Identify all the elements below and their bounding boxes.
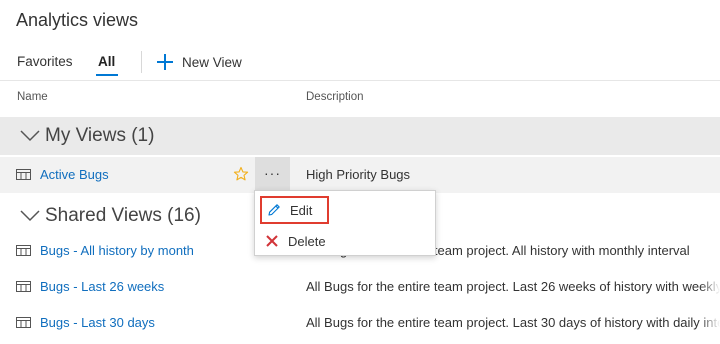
table-view-icon [16, 169, 31, 180]
new-view-button[interactable]: New View [157, 51, 242, 73]
group-label-my-views: My Views (1) [45, 125, 155, 146]
chevron-down-icon[interactable] [20, 206, 40, 226]
chevron-down-icon[interactable] [20, 126, 40, 146]
ellipsis-icon: ··· [264, 165, 281, 181]
table-row[interactable]: Active Bugs ··· High Priority Bugs [0, 157, 720, 193]
column-header-description[interactable]: Description [306, 91, 364, 103]
page-title: Analytics views [16, 10, 139, 30]
close-x-icon [266, 235, 278, 247]
view-description: All Bugs for the entire team project. La… [306, 315, 720, 330]
new-view-label: New View [182, 54, 242, 70]
view-name-link[interactable]: Bugs - Last 26 weeks [40, 279, 164, 294]
table-view-icon [16, 245, 31, 256]
tab-divider [141, 51, 142, 73]
menu-label-delete: Delete [288, 233, 326, 249]
tab-favorites[interactable]: Favorites [17, 54, 73, 69]
table-view-icon [16, 281, 31, 292]
header-divider [0, 80, 720, 81]
pencil-icon [268, 204, 280, 216]
active-tab-indicator [96, 74, 118, 76]
menu-label-edit: Edit [290, 202, 313, 218]
view-name-link[interactable]: Bugs - All history by month [40, 243, 194, 258]
menu-item-edit[interactable]: Edit [260, 196, 329, 224]
context-menu: Edit Delete [254, 190, 436, 256]
group-header-my-views[interactable]: My Views (1) [0, 117, 720, 155]
column-header-name[interactable]: Name [17, 91, 48, 103]
table-row[interactable]: Bugs - Last 26 weeks All Bugs for the en… [0, 269, 720, 305]
menu-item-delete[interactable]: Delete [260, 227, 430, 255]
tab-all[interactable]: All [98, 54, 115, 69]
view-tabs: Favorites All New View [0, 46, 720, 76]
more-actions-button[interactable]: ··· [255, 157, 290, 193]
group-label-shared-views: Shared Views (16) [45, 205, 201, 226]
table-row[interactable]: Bugs - Last 30 days All Bugs for the ent… [0, 305, 720, 341]
star-outline-icon[interactable] [233, 166, 249, 182]
table-view-icon [16, 317, 31, 328]
view-description: All Bugs for the entire team project. La… [306, 279, 720, 294]
view-name-link[interactable]: Active Bugs [40, 167, 109, 182]
plus-icon [157, 54, 173, 70]
view-name-link[interactable]: Bugs - Last 30 days [40, 315, 155, 330]
view-description: High Priority Bugs [306, 167, 411, 182]
